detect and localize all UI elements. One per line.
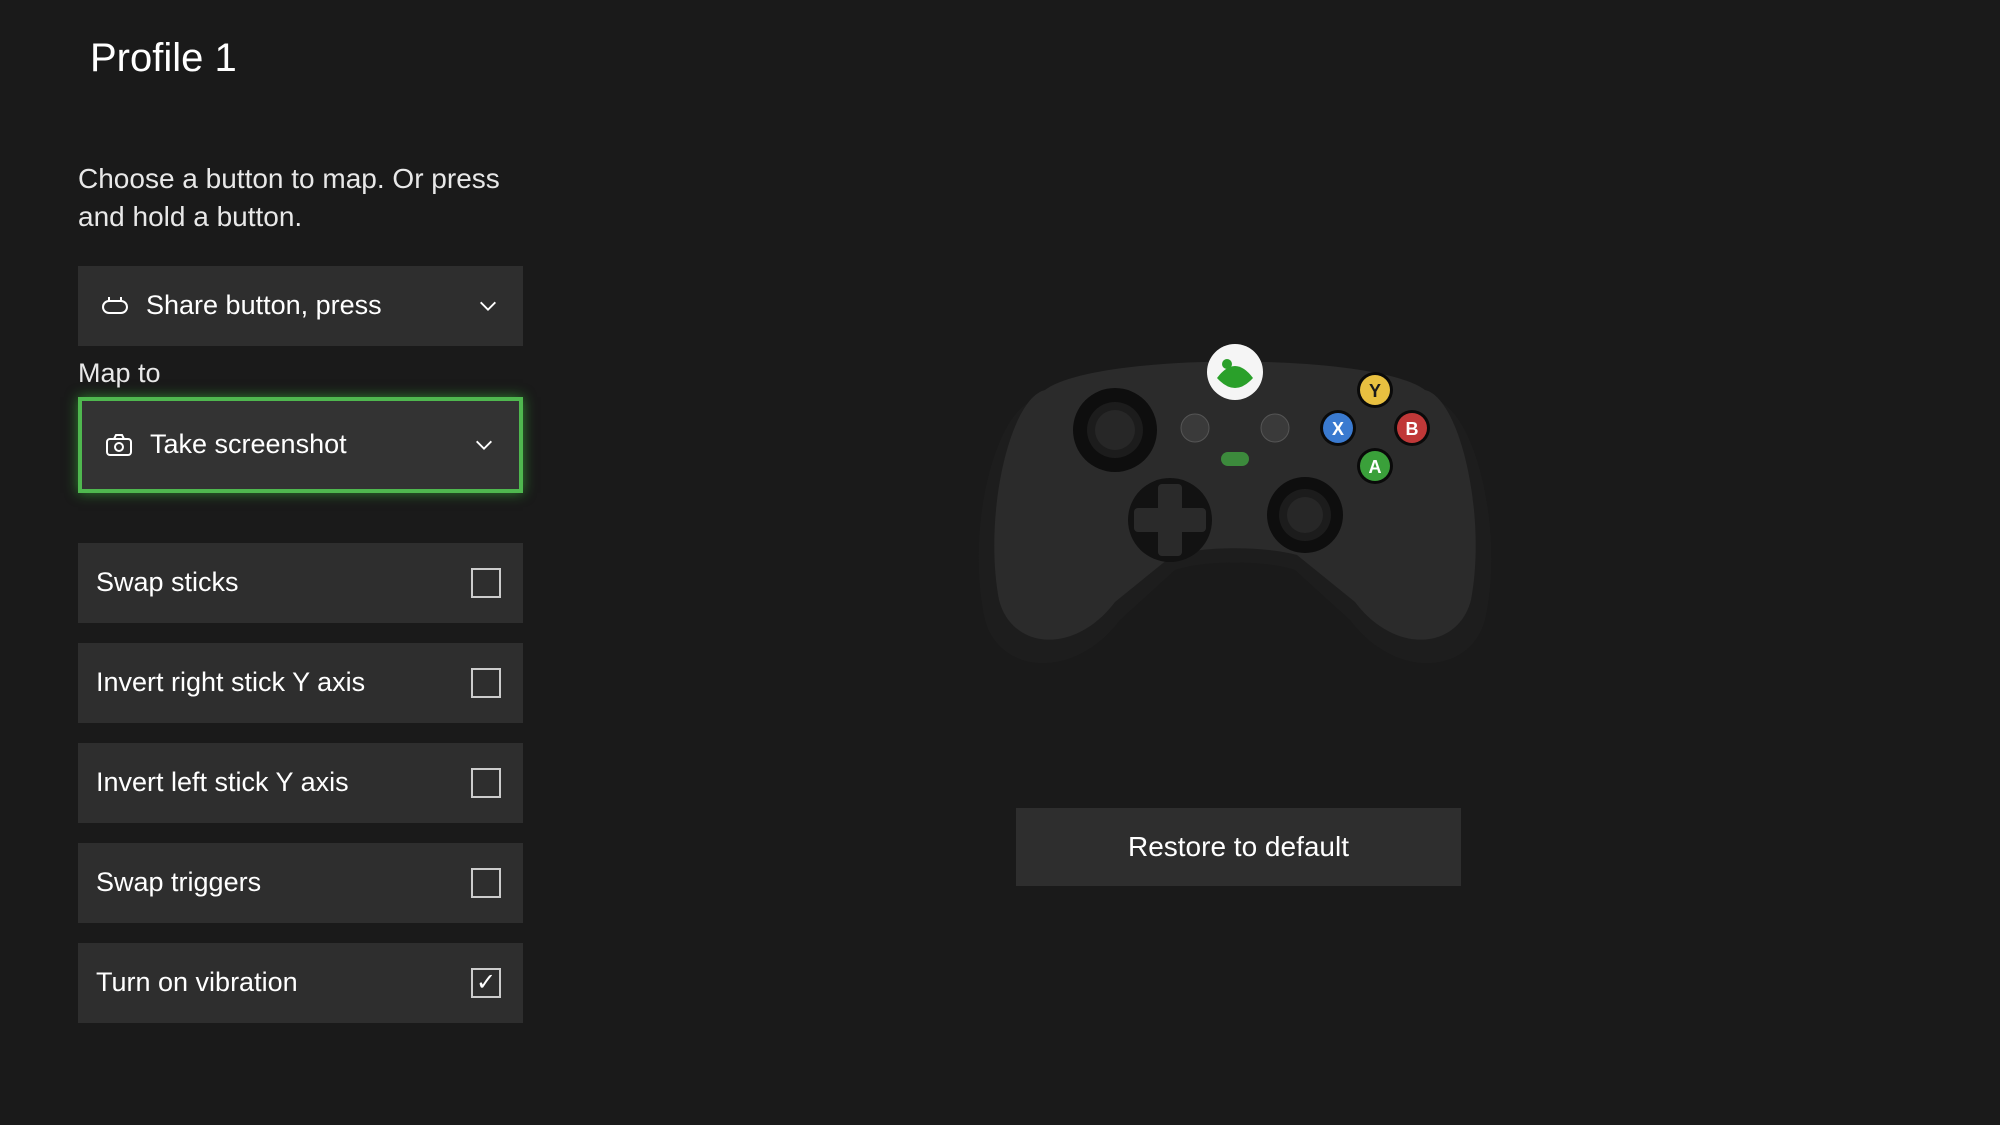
checkbox-box [471,768,501,798]
button-select-dropdown[interactable]: Share button, press [78,266,523,346]
view-button-icon [1181,414,1209,442]
left-panel: Choose a button to map. Or press and hol… [78,160,528,1043]
checkbox-swap-sticks[interactable]: Swap sticks [78,543,523,623]
map-to-dropdown[interactable]: Take screenshot [78,397,523,493]
checkbox-invert-right-stick[interactable]: Invert right stick Y axis [78,643,523,723]
checkbox-box [471,868,501,898]
controller-illustration: Y X B A [955,280,1515,680]
instruction-text: Choose a button to map. Or press and hol… [78,160,528,236]
button-select-left: Share button, press [102,290,382,321]
svg-text:A: A [1369,457,1382,477]
menu-button-icon [1261,414,1289,442]
checkbox-turn-on-vibration[interactable]: Turn on vibration [78,943,523,1023]
checkbox-box [471,968,501,998]
checkbox-label: Swap sticks [96,567,239,598]
chevron-down-icon [477,295,499,317]
map-to-left: Take screenshot [106,429,347,460]
page-title: Profile 1 [90,36,237,81]
checkbox-box [471,668,501,698]
checkbox-label: Swap triggers [96,867,261,898]
restore-to-default-button[interactable]: Restore to default [1016,808,1461,886]
checkbox-swap-triggers[interactable]: Swap triggers [78,843,523,923]
checkbox-label: Invert right stick Y axis [96,667,365,698]
svg-text:B: B [1406,419,1419,439]
map-to-label: Map to [78,358,528,389]
button-select-label: Share button, press [146,290,382,321]
svg-text:Y: Y [1369,381,1381,401]
share-button-icon [102,295,128,317]
checkbox-label: Turn on vibration [96,967,298,998]
share-button-on-controller-icon [1221,452,1249,466]
checkbox-box [471,568,501,598]
svg-text:X: X [1332,419,1344,439]
checkbox-label: Invert left stick Y axis [96,767,349,798]
camera-icon [106,434,132,456]
checkbox-invert-left-stick[interactable]: Invert left stick Y axis [78,743,523,823]
map-to-value: Take screenshot [150,429,347,460]
chevron-down-icon [473,434,495,456]
